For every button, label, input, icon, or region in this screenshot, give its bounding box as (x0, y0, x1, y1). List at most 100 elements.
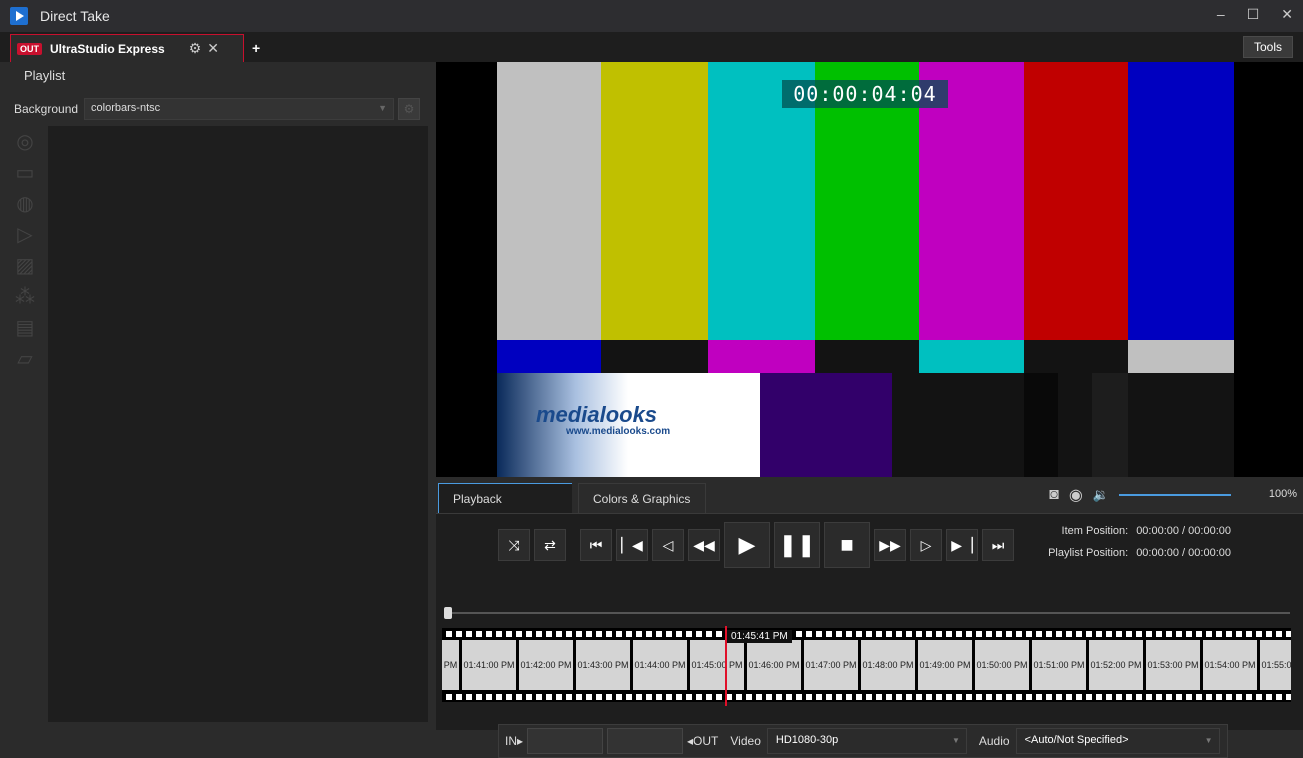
tab-bar: OUT UltraStudio Express ⚙ ✕ + Tools (0, 32, 1303, 64)
network-icon[interactable]: ⁂ (12, 283, 38, 309)
minimize-button[interactable]: – (1217, 6, 1225, 23)
timeline-frame: 01:52:00 PM (1089, 640, 1143, 690)
timeline-frames: PM 01:41:00 PM 01:42:00 PM 01:43:00 PM 01:44… (442, 640, 1291, 690)
add-tab-button[interactable]: + (252, 40, 260, 56)
out-badge: OUT (17, 42, 42, 55)
color-bar-yellow (601, 62, 708, 340)
fast-forward-button[interactable]: ▶▶ (874, 529, 906, 561)
window-title: Direct Take (40, 8, 110, 24)
save-icon[interactable]: ▤ (12, 314, 38, 340)
castellation-gray (1128, 340, 1234, 373)
speaker-icon[interactable]: 🔉 (1093, 487, 1109, 503)
in-point-field[interactable] (527, 728, 604, 754)
tab-ultrastudio-express[interactable]: OUT UltraStudio Express ⚙ ✕ (10, 34, 244, 64)
play-button[interactable]: ▶ (724, 522, 770, 568)
video-format-value: HD1080-30p (775, 734, 839, 746)
background-value: colorbars-ntsc (91, 102, 161, 114)
playlist-list[interactable] (48, 126, 428, 722)
open-folder-icon[interactable]: ▱ (12, 345, 38, 371)
video-preview: medialooks www.medialooks.com 00:00:04:0… (436, 62, 1303, 477)
close-icon[interactable]: ✕ (207, 40, 219, 57)
pluge-purple (760, 373, 892, 477)
timeline-frame: 01:45:00 PM (690, 640, 744, 690)
volume-slider[interactable] (1119, 494, 1231, 496)
timeline-filmstrip[interactable]: PM 01:41:00 PM 01:42:00 PM 01:43:00 PM 01:44… (442, 628, 1291, 702)
shuffle-button[interactable]: ⤨ (498, 529, 530, 561)
previous-button[interactable]: ▏◀ (616, 529, 648, 561)
maximize-button[interactable]: ☐ (1247, 6, 1260, 23)
color-bar-blue (1128, 62, 1234, 340)
item-position-label: Item Position: (1061, 525, 1129, 537)
out-point-field[interactable] (607, 728, 684, 754)
video-format-select[interactable]: HD1080-30p ▼ (766, 728, 967, 754)
timeline-frame: 01:47:00 PM (804, 640, 858, 690)
pluge-black-2 (1128, 373, 1234, 477)
rewind-button[interactable]: ◀◀ (688, 529, 720, 561)
chevron-down-icon: ▼ (1204, 736, 1213, 745)
timeline-frame: 01:54:00 PM (1203, 640, 1257, 690)
seek-handle[interactable] (444, 607, 452, 619)
loop-button[interactable]: ⇄ (534, 529, 566, 561)
castellation-cyan (919, 340, 1024, 373)
playlist-title: Playlist (24, 68, 66, 83)
logo-name: medialooks (536, 402, 658, 427)
stop-button[interactable]: ■ (824, 522, 870, 568)
app-icon (10, 7, 28, 25)
snapshot-icon[interactable]: ◙ (1049, 486, 1059, 504)
background-select[interactable]: colorbars-ntsc ▼ (84, 98, 395, 120)
timeline-frame: 01:41:00 PM (462, 640, 516, 690)
close-button[interactable]: ✕ (1281, 6, 1293, 23)
seek-bar[interactable] (444, 612, 1290, 614)
timeline-frame: 01:51:00 PM (1032, 640, 1086, 690)
step-back-button[interactable]: ◁ (652, 529, 684, 561)
timeline-frame: 01:42:00 PM (519, 640, 573, 690)
pluge-black (892, 373, 1024, 477)
timeline-frame: 01:44:00 PM (633, 640, 687, 690)
playback-body: ⤨ ⇄ ⏮ ▏◀ ◁ ◀◀ ▶ ❚❚ ■ ▶▶ ▷ ▶▕ ⏭ Item Posi… (436, 513, 1303, 758)
audio-format-value: <Auto/Not Specified> (1024, 734, 1129, 746)
pluge-mid (1058, 373, 1092, 477)
chevron-down-icon: ▼ (951, 736, 960, 745)
step-forward-button[interactable]: ▷ (910, 529, 942, 561)
film-reel-icon[interactable]: ◎ (12, 128, 38, 154)
last-item-button[interactable]: ⏭ (982, 529, 1014, 561)
image-icon[interactable]: ▨ (12, 252, 38, 278)
folder-play-icon[interactable]: ▷ (12, 221, 38, 247)
background-settings-icon[interactable]: ⚙ (398, 98, 421, 120)
timeline-frame: 01:49:00 PM (918, 640, 972, 690)
tab-colors-graphics[interactable]: Colors & Graphics (578, 483, 706, 513)
eye-icon[interactable]: ◉ (1069, 485, 1083, 505)
background-label: Background (14, 102, 79, 116)
pluge-lighter (1092, 373, 1128, 477)
playlist-sidebar: ◎ ▭ ◍ ▷ ▨ ⁂ ▤ ▱ (12, 128, 40, 376)
globe-icon[interactable]: ◍ (12, 190, 38, 216)
medialooks-logo: medialooks www.medialooks.com (536, 402, 696, 452)
timeline-frame: 01:53:00 PM (1146, 640, 1200, 690)
film-perforation-bottom (442, 694, 1291, 700)
audio-format-select[interactable]: <Auto/Not Specified> ▼ (1015, 728, 1220, 754)
logo-url: www.medialooks.com (566, 426, 671, 437)
timeline-frame: 01:43:00 PM (576, 640, 630, 690)
gear-icon[interactable]: ⚙ (189, 40, 202, 57)
timeline-frame: PM (442, 640, 459, 690)
film-perforation-top (442, 631, 1291, 637)
volume-percent: 100% (1268, 488, 1297, 500)
timeline-frame: 01:48:00 PM (861, 640, 915, 690)
castellation-black-2 (815, 340, 919, 373)
item-position-value: 00:00:00 / 00:00:00 (1136, 525, 1231, 537)
camera-icon[interactable]: ▭ (12, 159, 38, 185)
playlist-position-label: Playlist Position: (1048, 547, 1129, 559)
title-bar: Direct Take – ☐ ✕ (0, 0, 1303, 32)
controls-panel: Playback Colors & Graphics ◙ ◉ 🔉 100% ⤨ … (436, 477, 1303, 758)
next-button[interactable]: ▶▕ (946, 529, 978, 561)
tab-playback[interactable]: Playback (438, 483, 572, 513)
tools-button[interactable]: Tools (1243, 36, 1293, 58)
timeline-frame: 01:55:00 PM (1260, 640, 1291, 690)
playlist-position-value: 00:00:00 / 00:00:00 (1136, 547, 1231, 559)
pause-button[interactable]: ❚❚ (774, 522, 820, 568)
timeline-frame: 01:46:00 PM (747, 640, 801, 690)
in-label: IN▸ (505, 734, 524, 748)
castellation-black-1 (601, 340, 708, 373)
first-item-button[interactable]: ⏮ (580, 529, 612, 561)
video-label: Video (730, 734, 761, 748)
